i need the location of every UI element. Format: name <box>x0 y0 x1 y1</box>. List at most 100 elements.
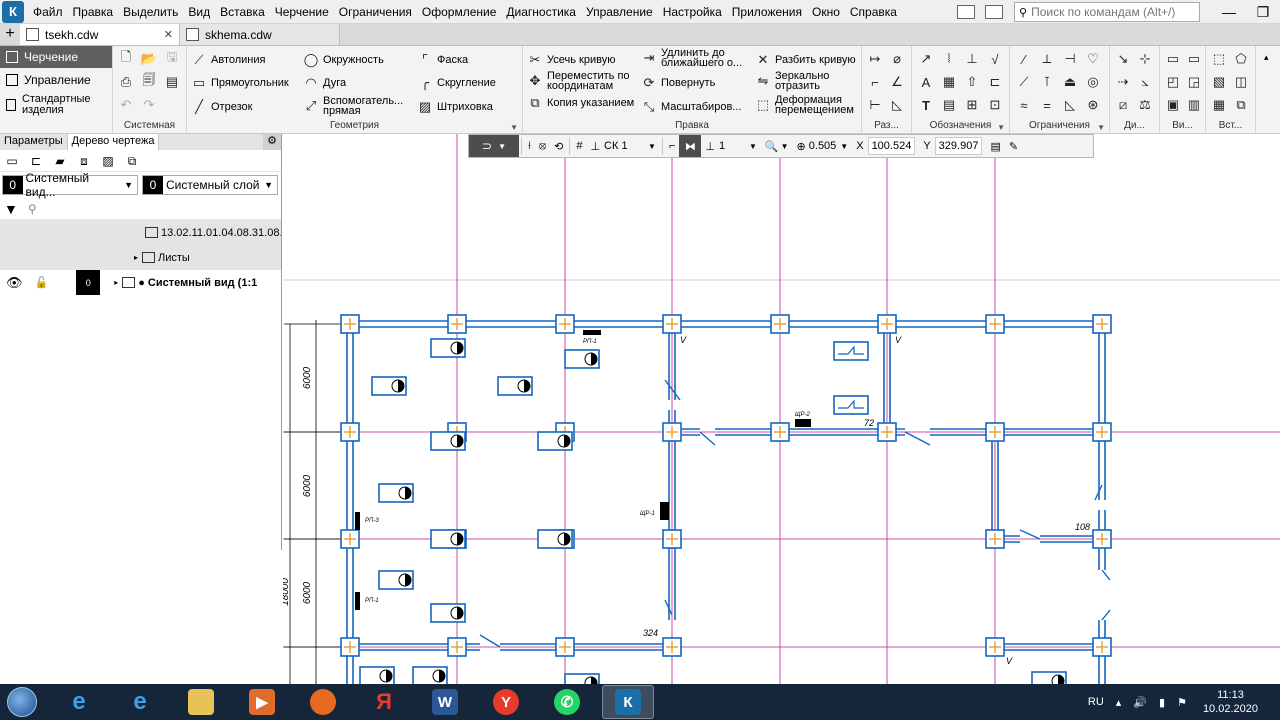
position-icon[interactable]: ⦚ <box>941 51 957 67</box>
taskbar-whatsapp[interactable]: ✆ <box>541 685 593 719</box>
grid-icon[interactable]: # <box>572 140 586 152</box>
move-by-coords-button[interactable]: ✥ Переместить по координатам <box>527 71 639 92</box>
tree-row-sheets[interactable]: ▸ Листы <box>0 245 281 270</box>
text-large-icon[interactable]: T <box>918 97 934 113</box>
flag-icon[interactable]: ⚑ <box>1177 696 1187 709</box>
measure-icon[interactable]: ⊹ <box>1137 51 1153 67</box>
rotate-button[interactable]: ⟳ Повернуть <box>641 75 716 91</box>
filter-icon[interactable]: ▼ <box>4 201 18 217</box>
rectangle-button[interactable]: ▭ Прямоугольник <box>191 75 289 91</box>
coincident-icon[interactable]: ⊛ <box>1085 97 1101 113</box>
menu-item[interactable]: Окно <box>807 0 845 24</box>
scale-button[interactable]: ⤡ Масштабиров... <box>641 99 742 115</box>
view-section-icon[interactable]: ▣ <box>1165 97 1181 113</box>
search-icon[interactable]: ⚲ <box>28 202 37 216</box>
start-button[interactable] <box>0 684 44 720</box>
taskbar-kompas[interactable]: К <box>602 685 654 719</box>
view-list-icon[interactable]: ▭ <box>4 154 20 168</box>
roughness-icon[interactable]: √ <box>987 51 1003 67</box>
menu-item[interactable]: Управление <box>581 0 658 24</box>
taskbar-explorer[interactable] <box>175 685 227 719</box>
view-local-icon[interactable]: ◰ <box>1165 74 1181 90</box>
menu-item[interactable]: Диагностика <box>501 0 581 24</box>
tree-row-document[interactable]: 13.02.11.01.04.08.31.08.00 <box>0 220 281 245</box>
angle-measure-icon[interactable]: ⦣ <box>1137 74 1153 90</box>
ribbon-nav-standard-parts[interactable]: Стандартные изделия <box>0 92 112 118</box>
table-icon[interactable]: ▦ <box>941 74 957 90</box>
tray-expand-icon[interactable]: ▴ <box>1116 696 1122 709</box>
equal-icon[interactable]: = <box>1039 97 1055 113</box>
tab-skhema[interactable]: skhema.cdw <box>180 24 340 45</box>
deform-button[interactable]: ⬚ Деформация перемещением <box>755 95 859 116</box>
eyedropper-icon[interactable]: ✎ <box>1005 140 1022 153</box>
layer-icon[interactable]: ▰ <box>52 154 68 168</box>
auto-dim-icon[interactable]: ◺ <box>889 97 905 113</box>
taskbar-firefox[interactable] <box>297 685 349 719</box>
speaker-icon[interactable]: 🔊 <box>1133 696 1147 709</box>
snap-magnet-button[interactable]: ⊃ ▼ <box>469 135 519 157</box>
properties-icon[interactable]: ▤ <box>164 74 180 90</box>
split-curve-button[interactable]: ✕ Разбить кривую <box>755 52 856 68</box>
extend-button[interactable]: ⇥ Удлинить до ближайшего о... <box>641 48 753 69</box>
tab-tsekh[interactable]: tsekh.cdw ✕ <box>20 24 180 45</box>
expand-icon[interactable]: ▸ <box>134 253 138 262</box>
expand-icon[interactable]: ▸ <box>114 278 118 287</box>
layer-select[interactable]: 0 Системный слой ▼ <box>142 175 278 195</box>
tolerance-icon[interactable]: ⊞ <box>964 97 980 113</box>
ribbon-collapse-icon[interactable]: ▴ <box>1264 52 1269 63</box>
zoom-value[interactable]: ⊕ 0.505 ▼ <box>793 140 853 153</box>
ortho-icon[interactable]: ⌐ <box>665 140 679 152</box>
preview-icon[interactable]: 🗐 <box>141 72 157 90</box>
tangent-icon[interactable]: ♡ <box>1085 51 1101 67</box>
horizontal-icon[interactable]: ⊣ <box>1062 51 1078 67</box>
language-indicator[interactable]: RU <box>1088 696 1104 708</box>
taskbar-ie[interactable]: e <box>53 685 105 719</box>
menu-item[interactable]: Настройка <box>658 0 727 24</box>
local-snap-icon[interactable]: ⟊ <box>524 140 535 153</box>
taskbar-yandex[interactable]: Я <box>358 685 410 719</box>
cut-line-icon[interactable]: ⊏ <box>987 74 1003 90</box>
zoom-select[interactable]: 🔍 ▼ <box>761 140 793 153</box>
x-coordinate[interactable]: X 100.524 <box>852 137 919 155</box>
aux-line-button[interactable]: ⤢ Вспомогатель... прямая <box>303 96 411 117</box>
chain-dim-icon[interactable]: ⊢ <box>867 97 883 113</box>
clock[interactable]: 11:13 10.02.2020 <box>1203 688 1258 716</box>
tab-drawing-tree[interactable]: Дерево чертежа <box>67 134 160 150</box>
new-document-icon[interactable]: 🗋 <box>118 49 134 67</box>
copy-button[interactable]: ⧉ Копия указанием <box>527 95 639 111</box>
eye-icon[interactable]: 👁 <box>6 275 23 291</box>
mirror-button[interactable]: ⇋ Зеркально отразить <box>755 71 855 92</box>
properties-icon[interactable]: ▤ <box>986 140 1004 153</box>
leader-icon[interactable]: ↗ <box>918 51 934 67</box>
minimize-icon[interactable]: — <box>1212 4 1246 20</box>
tree-row-view[interactable]: 👁 🔓 0 ▸ ● Системный вид (1:1 <box>0 270 281 295</box>
concentric-icon[interactable]: ◎ <box>1085 74 1101 90</box>
view-layout-icon[interactable]: ▭ <box>1186 51 1202 67</box>
undo-icon[interactable]: ↶ <box>118 97 134 113</box>
network-icon[interactable]: ▮ <box>1159 696 1165 709</box>
floor-plan-drawing[interactable]: 6000 6000 6000 18000 324 108 72 ЩР-1 ЩР-2 РП-1 РП-… <box>283 134 1280 684</box>
close-icon[interactable]: ✕ <box>164 28 173 41</box>
layout-single-icon[interactable] <box>957 5 975 19</box>
perpendicular-icon[interactable]: ⟂ <box>1039 51 1055 67</box>
new-view-icon[interactable]: ▭ <box>1165 51 1181 67</box>
menu-item[interactable]: Оформление <box>417 0 501 24</box>
fix-icon[interactable]: ⏏ <box>1062 74 1078 90</box>
menu-item[interactable]: Вид <box>183 0 215 24</box>
insert-object-icon[interactable]: ◫ <box>1233 74 1249 90</box>
hatch-button[interactable]: ▨ Штриховка <box>417 99 493 115</box>
chevron-down-icon[interactable]: ▼ <box>1097 123 1105 132</box>
arc-button[interactable]: ◠ Дуга <box>303 75 346 91</box>
view-break-icon[interactable]: ▥ <box>1186 97 1202 113</box>
insert-macro-icon[interactable]: ▦ <box>1211 97 1227 113</box>
table-insert-icon[interactable]: ▤ <box>941 97 957 113</box>
menu-item[interactable]: Файл <box>28 0 68 24</box>
insert-link-icon[interactable]: ⧉ <box>1233 97 1249 113</box>
equal-length-icon[interactable]: ≈ <box>1016 97 1032 113</box>
drawing-canvas[interactable]: 6000 6000 6000 18000 324 108 72 ЩР-1 ЩР-2 РП-1 РП-… <box>283 134 1280 684</box>
snap-settings-icon[interactable]: ⦻ <box>535 140 550 153</box>
parallel-icon[interactable]: ∕ <box>1016 51 1032 67</box>
rounding-toggle[interactable]: ⧓ <box>679 135 702 157</box>
layout-split-icon[interactable] <box>985 5 1003 19</box>
view-arrow-icon[interactable]: ⇧ <box>964 74 980 90</box>
